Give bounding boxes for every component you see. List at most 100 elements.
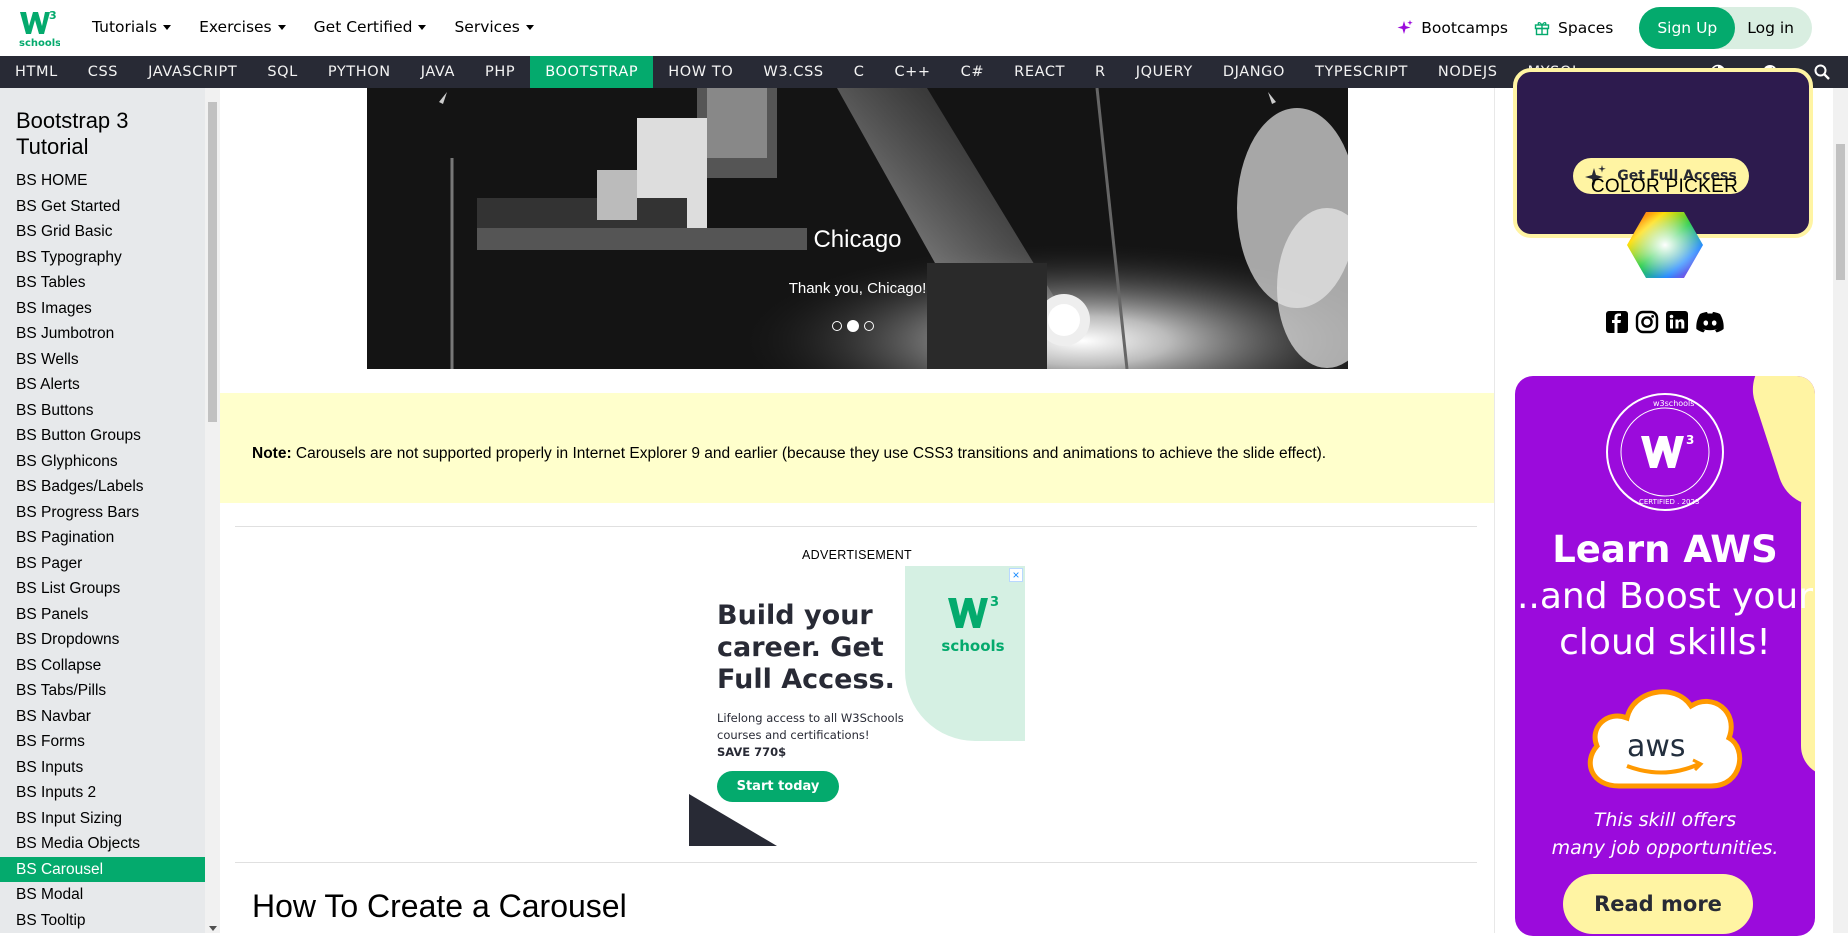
sidebar-item-bs-list-groups[interactable]: BS List Groups bbox=[0, 576, 205, 602]
nav-cpp[interactable]: C++ bbox=[879, 56, 945, 88]
carousel[interactable]: Chicago Thank you, Chicago! bbox=[367, 88, 1348, 369]
carousel-indicator-3[interactable] bbox=[864, 321, 874, 331]
svg-text:3: 3 bbox=[990, 595, 999, 610]
nav-javascript[interactable]: JAVASCRIPT bbox=[133, 56, 252, 88]
sidebar-item-bs-badges-labels[interactable]: BS Badges/Labels bbox=[0, 474, 205, 500]
main-content: Chicago Thank you, Chicago! Note: Carous… bbox=[220, 88, 1494, 933]
color-picker-title: COLOR PICKER bbox=[1590, 176, 1739, 197]
nav-csharp[interactable]: C# bbox=[946, 56, 999, 88]
divider bbox=[235, 862, 1477, 863]
exercises-menu[interactable]: Exercises bbox=[199, 18, 286, 36]
sidebar-item-bs-inputs[interactable]: BS Inputs bbox=[0, 755, 205, 781]
sidebar-item-bs-pagination[interactable]: BS Pagination bbox=[0, 525, 205, 551]
nav-sql[interactable]: SQL bbox=[252, 56, 313, 88]
sidebar-item-bs-home[interactable]: BS HOME bbox=[0, 168, 205, 194]
carousel-indicator-2[interactable] bbox=[847, 320, 859, 332]
nav-react[interactable]: REACT bbox=[999, 56, 1080, 88]
ad-w3schools-logo: 3 schools bbox=[941, 595, 1005, 655]
sidebar-item-bs-forms[interactable]: BS Forms bbox=[0, 729, 205, 755]
nav-w3css[interactable]: W3.CSS bbox=[748, 56, 838, 88]
sidebar-item-bs-progress-bars[interactable]: BS Progress Bars bbox=[0, 500, 205, 526]
sidebar-item-bs-pager[interactable]: BS Pager bbox=[0, 551, 205, 577]
advertisement-label: ADVERTISEMENT bbox=[802, 548, 912, 562]
page-scroll-thumb[interactable] bbox=[1836, 144, 1845, 280]
sidebar-scroll-thumb[interactable] bbox=[208, 102, 217, 422]
sidebar-item-bs-carousel[interactable]: BS Carousel bbox=[0, 856, 205, 882]
nav-how-to[interactable]: HOW TO bbox=[653, 56, 748, 88]
note-panel: Note: Carousels are not supported proper… bbox=[220, 393, 1494, 503]
services-menu[interactable]: Services bbox=[454, 18, 534, 36]
certified-badge-icon: 3 w3schools CERTIFIED . 2023 bbox=[1606, 393, 1724, 511]
bootcamps-link[interactable]: Bootcamps bbox=[1397, 19, 1508, 37]
sidebar-item-bs-wells[interactable]: BS Wells bbox=[0, 347, 205, 373]
advertisement-banner[interactable]: 3 schools × Build your career. Get Full … bbox=[689, 566, 1025, 846]
aws-cloud-logo: aws bbox=[1587, 689, 1743, 789]
svg-text:w3schools: w3schools bbox=[1653, 399, 1694, 408]
sidebar-item-bs-typography[interactable]: BS Typography bbox=[0, 245, 205, 271]
nav-java[interactable]: JAVA bbox=[406, 56, 470, 88]
discord-icon[interactable] bbox=[1695, 310, 1725, 334]
log-in-button[interactable]: Log in bbox=[1735, 19, 1812, 37]
sidebar-item-bs-glyphicons[interactable]: BS Glyphicons bbox=[0, 449, 205, 475]
ad-subtext: Lifelong access to all W3Schools courses… bbox=[717, 711, 904, 742]
sidebar-item-bs-tables[interactable]: BS Tables bbox=[0, 270, 205, 296]
svg-text:CERTIFIED . 2023: CERTIFIED . 2023 bbox=[1639, 498, 1699, 506]
carousel-indicator-1[interactable] bbox=[832, 321, 842, 331]
sidebar-item-bs-collapse[interactable]: BS Collapse bbox=[0, 653, 205, 679]
sidebar-item-bs-tooltip[interactable]: BS Tooltip bbox=[0, 908, 205, 934]
chevron-right-icon[interactable] bbox=[1262, 92, 1282, 112]
sidebar-item-bs-input-sizing[interactable]: BS Input Sizing bbox=[0, 806, 205, 832]
ad-close-icon[interactable]: × bbox=[1009, 568, 1023, 582]
sidebar: Bootstrap 3 Tutorial BS HOME BS Get Start… bbox=[0, 88, 205, 933]
svg-text:schools: schools bbox=[19, 38, 60, 48]
sidebar-item-bs-panels[interactable]: BS Panels bbox=[0, 602, 205, 628]
nav-html[interactable]: HTML bbox=[0, 56, 73, 88]
sidebar-item-bs-dropdowns[interactable]: BS Dropdowns bbox=[0, 627, 205, 653]
sidebar-item-bs-navbar[interactable]: BS Navbar bbox=[0, 704, 205, 730]
sidebar-scrollbar[interactable] bbox=[205, 88, 220, 933]
svg-text:aws: aws bbox=[1627, 729, 1686, 764]
nav-python[interactable]: PYTHON bbox=[313, 56, 406, 88]
caret-down-icon bbox=[277, 24, 286, 30]
read-more-button[interactable]: Read more bbox=[1563, 874, 1753, 934]
nav-typescript[interactable]: TYPESCRIPT bbox=[1300, 56, 1423, 88]
tutorials-menu[interactable]: Tutorials bbox=[92, 18, 172, 36]
caret-down-icon bbox=[525, 24, 534, 30]
sidebar-item-bs-button-groups[interactable]: BS Button Groups bbox=[0, 423, 205, 449]
color-picker-icon[interactable] bbox=[1626, 210, 1704, 280]
get-certified-menu[interactable]: Get Certified bbox=[314, 18, 427, 36]
ad-save-text: SAVE 770$ bbox=[717, 745, 787, 759]
w3schools-logo[interactable]: 3 schools bbox=[18, 6, 60, 48]
divider bbox=[235, 526, 1477, 527]
top-nav: Tutorials Exercises Get Certified Servic… bbox=[92, 18, 562, 36]
sidebar-item-bs-get-started[interactable]: BS Get Started bbox=[0, 194, 205, 220]
instagram-icon[interactable] bbox=[1635, 310, 1659, 334]
facebook-icon[interactable] bbox=[1605, 310, 1629, 334]
scroll-down-arrow-icon[interactable] bbox=[209, 926, 217, 931]
nav-django[interactable]: DJANGO bbox=[1208, 56, 1300, 88]
chevron-left-icon[interactable] bbox=[433, 92, 453, 112]
linkedin-icon[interactable] bbox=[1665, 310, 1689, 334]
sidebar-item-bs-images[interactable]: BS Images bbox=[0, 296, 205, 322]
nav-php[interactable]: PHP bbox=[470, 56, 530, 88]
nav-c[interactable]: C bbox=[839, 56, 880, 88]
nav-jquery[interactable]: JQUERY bbox=[1121, 56, 1208, 88]
nav-nodejs[interactable]: NODEJS bbox=[1423, 56, 1513, 88]
page-scrollbar[interactable] bbox=[1833, 88, 1848, 933]
sidebar-item-bs-grid-basic[interactable]: BS Grid Basic bbox=[0, 219, 205, 245]
nav-r[interactable]: R bbox=[1080, 56, 1121, 88]
top-right-actions: Bootcamps Spaces Sign Up Log in bbox=[1397, 7, 1848, 49]
aws-promo[interactable]: 3 w3schools CERTIFIED . 2023 Learn AWS .… bbox=[1515, 376, 1815, 936]
sign-up-button[interactable]: Sign Up bbox=[1639, 7, 1736, 49]
sidebar-item-bs-buttons[interactable]: BS Buttons bbox=[0, 398, 205, 424]
sidebar-item-bs-inputs-2[interactable]: BS Inputs 2 bbox=[0, 780, 205, 806]
sidebar-item-bs-media-objects[interactable]: BS Media Objects bbox=[0, 831, 205, 857]
sidebar-item-bs-alerts[interactable]: BS Alerts bbox=[0, 372, 205, 398]
spaces-link[interactable]: Spaces bbox=[1534, 19, 1613, 37]
nav-css[interactable]: CSS bbox=[73, 56, 133, 88]
sidebar-item-bs-modal[interactable]: BS Modal bbox=[0, 882, 205, 908]
right-column: Get Full Access COLOR PICKER 3 w3schools… bbox=[1494, 68, 1833, 936]
sidebar-item-bs-tabs-pills[interactable]: BS Tabs/Pills bbox=[0, 678, 205, 704]
nav-bootstrap[interactable]: BOOTSTRAP bbox=[530, 56, 654, 88]
sidebar-item-bs-jumbotron[interactable]: BS Jumbotron bbox=[0, 321, 205, 347]
